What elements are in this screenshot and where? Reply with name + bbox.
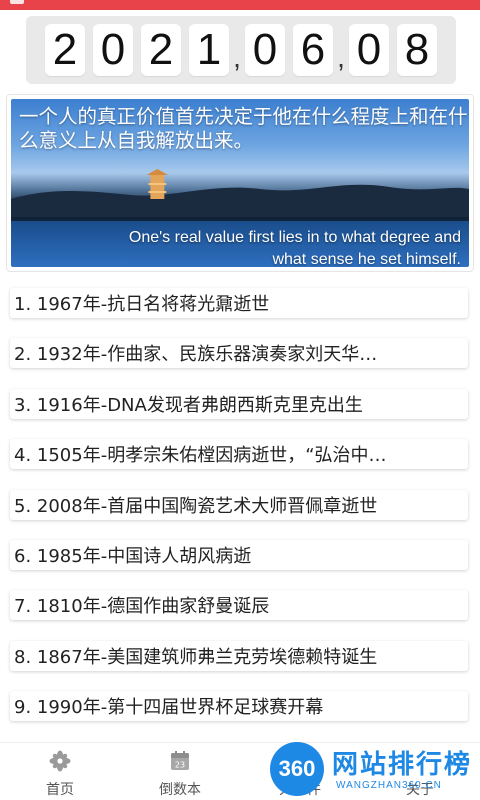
list-item[interactable]: 7. 1810年-德国作曲家舒曼诞辰	[10, 590, 468, 621]
list-item[interactable]: 2. 1932年-作曲家、民族乐器演奏家刘天华…	[10, 338, 468, 369]
tab-label: 倒数本	[159, 782, 201, 798]
tab-home[interactable]: 首页	[0, 743, 120, 800]
date-digit: 6	[293, 24, 333, 76]
date-digit: 2	[141, 24, 181, 76]
tab-events[interactable]: 大事件	[240, 743, 360, 800]
about-icon	[408, 749, 432, 773]
tab-label: 首页	[46, 782, 74, 798]
date-display: 2 0 2 1 , 0 6 , 0 8	[26, 16, 456, 84]
list-item[interactable]: 5. 2008年-首届中国陶瓷艺术大师晋佩章逝世	[10, 489, 468, 520]
event-text: 4. 1505年-明孝宗朱佑樘因病逝世，“弘治中…	[14, 445, 387, 467]
quote-banner: 一个人的真正价值首先决定于他在什么程度上和在什么意义上从自我解放出来。 One'…	[6, 94, 474, 272]
quote-english: One's real value first lies in to what d…	[11, 227, 461, 267]
date-digit: 8	[397, 24, 437, 76]
tab-label: 关于	[406, 782, 434, 798]
date-digit: 2	[45, 24, 85, 76]
date-digit: 0	[349, 24, 389, 76]
event-text: 6. 1985年-中国诗人胡风病逝	[14, 545, 252, 567]
event-text: 2. 1932年-作曲家、民族乐器演奏家刘天华…	[14, 344, 378, 366]
date-digit: 1	[189, 24, 229, 76]
flower-icon	[48, 749, 72, 773]
quote-english-line: what sense he set himself.	[272, 251, 461, 267]
list-item[interactable]: 8. 1867年-美国建筑师弗兰克劳埃德赖特诞生	[10, 640, 468, 671]
quote-english-line: One's real value first lies in to what d…	[128, 229, 461, 246]
list-item[interactable]: 1. 1967年-抗日名将蒋光鼐逝世	[10, 288, 468, 318]
calendar-icon: 23	[168, 749, 192, 773]
events-icon	[288, 749, 312, 773]
date-separator: ,	[337, 42, 345, 73]
event-text: 3. 1916年-DNA发现者弗朗西斯克里克出生	[14, 394, 363, 416]
events-list: 1. 1967年-抗日名将蒋光鼐逝世 2. 1932年-作曲家、民族乐器演奏家刘…	[10, 288, 468, 742]
status-indicator-icon	[10, 0, 24, 4]
list-item[interactable]: 9. 1990年-第十四届世界杯足球赛开幕	[10, 691, 468, 722]
date-separator: ,	[233, 42, 241, 73]
tab-label: 大事件	[279, 782, 321, 798]
svg-text:23: 23	[175, 761, 185, 770]
event-text: 7. 1810年-德国作曲家舒曼诞辰	[14, 596, 270, 618]
event-text: 1. 1967年-抗日名将蒋光鼐逝世	[14, 294, 270, 315]
list-item[interactable]: 6. 1985年-中国诗人胡风病逝	[10, 539, 468, 570]
event-text: 9. 1990年-第十四届世界杯足球赛开幕	[14, 697, 324, 719]
pier	[11, 217, 469, 221]
status-bar	[0, 0, 480, 15]
list-item[interactable]: 4. 1505年-明孝宗朱佑樘因病逝世，“弘治中…	[10, 439, 468, 470]
list-item[interactable]: 3. 1916年-DNA发现者弗朗西斯克里克出生	[10, 388, 468, 419]
date-digit: 0	[245, 24, 285, 76]
event-text: 5. 2008年-首届中国陶瓷艺术大师晋佩章逝世	[14, 495, 378, 517]
tab-about[interactable]: 关于	[360, 743, 480, 800]
lake-pagoda-image: 一个人的真正价值首先决定于他在什么程度上和在什么意义上从自我解放出来。 One'…	[11, 99, 469, 267]
date-digit: 0	[93, 24, 133, 76]
bottom-nav: 首页 23 倒数本 大事件 关于	[0, 742, 480, 800]
hills-silhouette	[11, 169, 469, 219]
status-icons	[396, 0, 466, 15]
quote-chinese: 一个人的真正价值首先决定于他在什么程度上和在什么意义上从自我解放出来。	[19, 105, 468, 152]
event-text: 8. 1867年-美国建筑师弗兰克劳埃德赖特诞生	[14, 646, 378, 668]
tab-countdown[interactable]: 23 倒数本	[120, 743, 240, 800]
